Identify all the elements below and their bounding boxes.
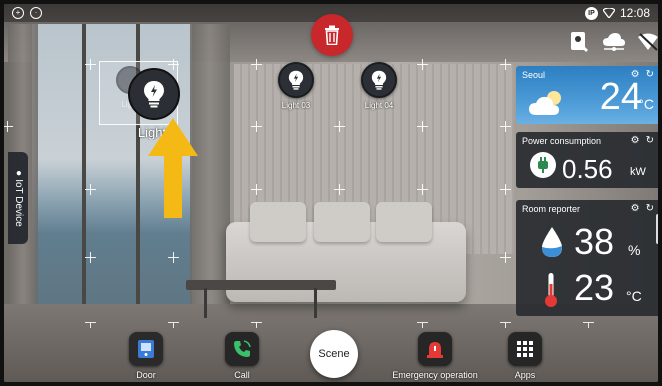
- call-label: Call: [234, 370, 250, 380]
- humidity-unit: %: [628, 242, 641, 258]
- apps-button[interactable]: Apps: [480, 332, 570, 380]
- call-button[interactable]: Call: [197, 332, 287, 380]
- grid-marker: [500, 121, 511, 132]
- weather-city: Seoul: [522, 69, 546, 80]
- grid-marker: [251, 121, 262, 132]
- humidity-value: 38: [574, 221, 615, 262]
- grid-marker: [251, 184, 262, 195]
- light-03-device[interactable]: Light 03: [274, 62, 318, 110]
- refresh-icon[interactable]: ↻: [646, 135, 654, 146]
- location-pin-icon[interactable]: [568, 30, 592, 54]
- widget-scrollbar[interactable]: [656, 214, 658, 244]
- room-temperature-value: 23: [574, 267, 615, 308]
- settings-icon[interactable]: ⚙: [631, 135, 640, 146]
- grid-marker: [417, 121, 428, 132]
- power-value: 0.56: [562, 154, 613, 184]
- siren-icon: [427, 342, 443, 358]
- apps-grid-icon: [517, 341, 533, 357]
- iot-device-tab[interactable]: ● IoT Device: [8, 152, 28, 244]
- water-drop-icon: [542, 227, 562, 257]
- refresh-icon[interactable]: ↻: [646, 203, 654, 214]
- weather-unit: °C: [638, 96, 654, 112]
- partly-cloudy-icon: [529, 91, 561, 115]
- room-temperature-unit: °C: [626, 288, 642, 304]
- light-bulb-icon: [144, 81, 164, 108]
- light-03-label: Light 03: [281, 101, 311, 110]
- light-bulb-icon: [288, 70, 304, 90]
- apps-label: Apps: [514, 370, 536, 380]
- grid-marker: [500, 59, 511, 70]
- annotation-arrow-icon: [148, 118, 198, 218]
- grid-marker: [85, 184, 96, 195]
- no-wifi-icon[interactable]: [636, 30, 658, 54]
- room-reporter-title: Room reporter: [522, 203, 581, 214]
- phone-icon: [234, 340, 251, 357]
- clock: 12:08: [619, 6, 650, 20]
- door-button[interactable]: Door: [101, 332, 191, 380]
- power-plug-icon: [530, 152, 556, 178]
- trash-icon: [325, 25, 339, 45]
- room-reporter-widget[interactable]: Room reporter ⚙ ↻ 38 % 23 °C: [516, 200, 658, 316]
- power-title: Power consumption: [522, 135, 602, 146]
- grid-marker: [417, 59, 428, 70]
- emergency-operation-label: Emergency operation: [392, 370, 478, 380]
- light-04-label: Light 04: [364, 101, 394, 110]
- weather-widget[interactable]: Seoul ⚙ ↻ 24 °C: [516, 66, 658, 124]
- grid-marker: [334, 121, 345, 132]
- settings-icon[interactable]: ⚙: [631, 203, 640, 214]
- emergency-operation-button[interactable]: Emergency operation: [385, 332, 485, 380]
- grid-marker: [251, 59, 262, 70]
- ip-badge: IP: [584, 6, 598, 20]
- power-consumption-widget[interactable]: Power consumption ⚙ ↻ 0.56 kW: [516, 132, 658, 188]
- device-dot-icon: ●: [12, 169, 24, 176]
- cloud-sync-icon[interactable]: [602, 30, 626, 54]
- settings-status-icon: +: [12, 7, 24, 19]
- grid-marker: [85, 252, 96, 263]
- grid-marker: [417, 184, 428, 195]
- home-screen: + · IP 12:08 Light Light 03 Light 04 ● I…: [4, 4, 658, 382]
- weather-temperature: 24: [599, 76, 642, 118]
- notification-status-icon: ·: [30, 7, 42, 19]
- door-label: Door: [136, 370, 156, 380]
- door-intercom-icon: [138, 340, 154, 358]
- grid-marker: [85, 59, 96, 70]
- delete-button[interactable]: [311, 14, 353, 56]
- sofa-image: [226, 202, 466, 302]
- scene-button[interactable]: Scene: [310, 330, 358, 378]
- light-bulb-icon: [371, 70, 387, 90]
- light-04-device[interactable]: Light 04: [357, 62, 401, 110]
- grid-marker: [334, 184, 345, 195]
- power-unit: kW: [630, 166, 646, 178]
- iot-device-label: IoT Device: [12, 178, 24, 227]
- wifi-icon: [602, 8, 615, 18]
- grid-marker: [500, 184, 511, 195]
- grid-marker: [168, 252, 179, 263]
- refresh-icon[interactable]: ↻: [646, 69, 654, 80]
- grid-marker: [500, 252, 511, 263]
- thermometer-icon: [545, 273, 557, 307]
- grid-marker: [4, 121, 13, 132]
